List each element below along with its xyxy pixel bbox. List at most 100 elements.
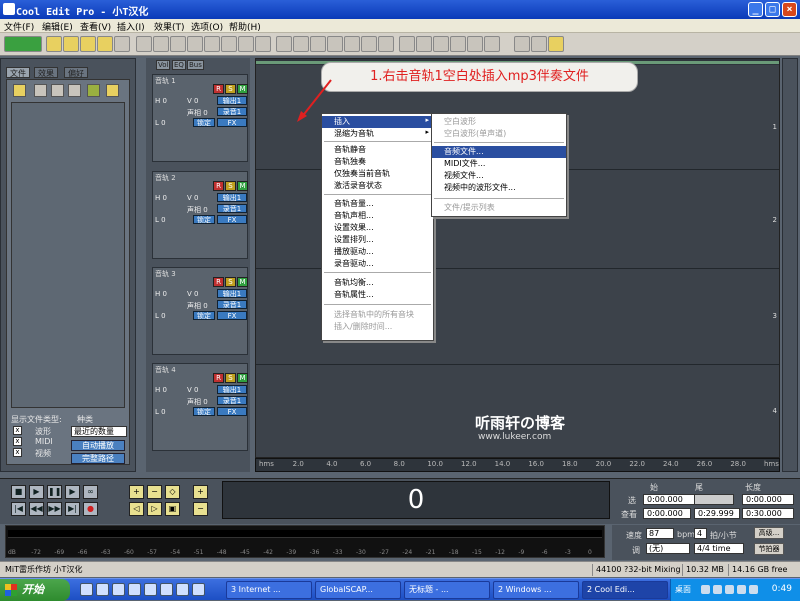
fx-button[interactable] bbox=[433, 36, 449, 52]
file-list[interactable] bbox=[11, 102, 125, 408]
l-value[interactable]: L 0 bbox=[155, 312, 166, 320]
mute-button[interactable]: M bbox=[237, 373, 248, 383]
menu-edit[interactable]: 编辑(E) bbox=[42, 20, 73, 33]
go-end-button[interactable]: ▶| bbox=[65, 502, 80, 516]
submenu-item[interactable]: 视频文件... bbox=[432, 170, 566, 182]
output-button[interactable]: 输出1 bbox=[217, 289, 247, 298]
time-ruler[interactable]: hms 2.0 4.0 6.0 8.0 10.0 12.0 14.0 16.0 18.0 20.0 2… bbox=[255, 458, 780, 472]
advanced-button[interactable]: 高级... bbox=[754, 527, 784, 539]
h-value[interactable]: H 0 bbox=[155, 290, 167, 298]
cue-button[interactable] bbox=[467, 36, 483, 52]
l-value[interactable]: L 0 bbox=[155, 119, 166, 127]
solo-button[interactable]: S bbox=[225, 181, 236, 191]
quicklaunch-icon[interactable] bbox=[96, 583, 109, 596]
record-arm-button[interactable]: R bbox=[213, 277, 224, 287]
loop-button[interactable] bbox=[327, 36, 343, 52]
multitrack-switch-button[interactable] bbox=[4, 36, 42, 52]
submenu-item[interactable]: 视频中的波形文件... bbox=[432, 182, 566, 194]
mute-button[interactable]: M bbox=[237, 181, 248, 191]
filter-midi-checkbox[interactable]: x bbox=[13, 437, 22, 446]
h-value[interactable]: H 0 bbox=[155, 386, 167, 394]
rewind-button[interactable]: ◀◀ bbox=[29, 502, 44, 516]
context-menu-item[interactable]: 音轨音量... bbox=[322, 198, 433, 210]
filter-wave-checkbox[interactable]: x bbox=[13, 426, 22, 435]
loop-play-button[interactable]: ∞ bbox=[83, 485, 98, 499]
vertical-scrollbar[interactable] bbox=[782, 58, 798, 472]
metronome-button[interactable]: 节拍器 bbox=[754, 543, 784, 555]
fx-button[interactable]: FX bbox=[217, 118, 247, 127]
l-value[interactable]: L 0 bbox=[155, 216, 166, 224]
taskbar-item-globalscape[interactable]: GlobalSCAP... bbox=[315, 581, 401, 599]
track-name[interactable]: 音轨 2 bbox=[155, 173, 176, 183]
fx-button[interactable]: FX bbox=[217, 215, 247, 224]
context-menu-item[interactable]: 录音驱动... bbox=[322, 258, 433, 270]
envelope-vol-button[interactable] bbox=[399, 36, 415, 52]
context-menu-item[interactable]: 混缩为音轨 bbox=[322, 128, 433, 140]
copy-button[interactable] bbox=[153, 36, 169, 52]
taskbar-item-untitled[interactable]: 无标题 - ... bbox=[404, 581, 490, 599]
zoom-right-icon[interactable]: ▷ bbox=[147, 502, 162, 516]
menu-insert[interactable]: 插入(I) bbox=[117, 20, 145, 33]
undo-button[interactable] bbox=[136, 36, 152, 52]
track-header-1[interactable]: 音轨 1 R S M H 0 V 0 输出1 声相 0 录音1 L 0 锁定 FX bbox=[152, 74, 248, 162]
insert-into-session-icon[interactable] bbox=[87, 84, 100, 97]
h-value[interactable]: H 0 bbox=[155, 194, 167, 202]
desktop-label[interactable]: 桌面 bbox=[675, 584, 691, 595]
record-device-button[interactable]: 录音1 bbox=[217, 300, 247, 309]
context-menu-item[interactable]: 设置效果... bbox=[322, 222, 433, 234]
pause-button[interactable]: ❚❚ bbox=[47, 485, 62, 499]
tab-files[interactable]: 文件 bbox=[6, 67, 30, 78]
zoom-out-h-icon[interactable]: − bbox=[147, 485, 162, 499]
record-device-button[interactable]: 录音1 bbox=[217, 396, 247, 405]
mixer-button[interactable] bbox=[276, 36, 292, 52]
context-menu-item[interactable]: 音轨静音 bbox=[322, 144, 433, 156]
wet-button[interactable] bbox=[416, 36, 432, 52]
zoom-left-icon[interactable]: ◁ bbox=[129, 502, 144, 516]
envelope-button[interactable] bbox=[378, 36, 394, 52]
taskbar-item-windows[interactable]: 2 Windows ... bbox=[493, 581, 579, 599]
tab-effects[interactable]: 效果 bbox=[34, 67, 58, 78]
split-button[interactable] bbox=[204, 36, 220, 52]
l-value[interactable]: L 0 bbox=[155, 408, 166, 416]
h-value[interactable]: H 0 bbox=[155, 97, 167, 105]
tab-vol[interactable]: Vol bbox=[156, 60, 171, 70]
full-path-button[interactable]: 完整路径 bbox=[71, 453, 125, 464]
key-select[interactable]: (无) bbox=[646, 543, 690, 554]
tab-bus[interactable]: Bus bbox=[187, 60, 204, 70]
stop-button[interactable]: ■ bbox=[11, 485, 26, 499]
tab-eq[interactable]: EQ bbox=[172, 60, 186, 70]
context-menu-item[interactable]: 仅独奏当前音轨 bbox=[322, 168, 433, 180]
context-menu-item[interactable]: 音轨属性... bbox=[322, 289, 433, 301]
new-file-button[interactable] bbox=[46, 36, 62, 52]
solo-button[interactable]: S bbox=[225, 373, 236, 383]
track-name[interactable]: 音轨 3 bbox=[155, 269, 176, 279]
time-signature-select[interactable]: 4/4 time bbox=[694, 543, 744, 554]
menu-view[interactable]: 查看(V) bbox=[80, 20, 111, 33]
speed-input[interactable]: 87 bbox=[646, 528, 674, 539]
zoom-out-v-icon[interactable]: − bbox=[193, 502, 208, 516]
save-button[interactable] bbox=[97, 36, 113, 52]
mute-block-button[interactable] bbox=[361, 36, 377, 52]
play-to-end-button[interactable]: ▶ bbox=[65, 485, 80, 499]
quicklaunch-icon[interactable] bbox=[80, 583, 93, 596]
solo-button[interactable]: S bbox=[225, 277, 236, 287]
quicklaunch-icon[interactable] bbox=[144, 583, 157, 596]
track-name[interactable]: 音轨 1 bbox=[155, 76, 176, 86]
help-icon[interactable] bbox=[106, 84, 119, 97]
help-button[interactable] bbox=[548, 36, 564, 52]
tray-icon[interactable] bbox=[713, 585, 722, 594]
v-value[interactable]: V 0 bbox=[187, 194, 198, 202]
menu-help[interactable]: 帮助(H) bbox=[229, 20, 261, 33]
select-end-field[interactable] bbox=[694, 494, 734, 505]
pan-value[interactable]: 声相 0 bbox=[187, 301, 208, 311]
lock-button[interactable]: 锁定 bbox=[193, 407, 215, 416]
submenu-item[interactable]: 音频文件... bbox=[432, 146, 566, 158]
context-menu-item[interactable]: 音轨均衡... bbox=[322, 277, 433, 289]
submenu-item[interactable]: MIDI文件... bbox=[432, 158, 566, 170]
go-start-button[interactable]: |◀ bbox=[11, 502, 26, 516]
open-file-button[interactable] bbox=[63, 36, 79, 52]
paste-button[interactable] bbox=[170, 36, 186, 52]
filter-video-checkbox[interactable]: x bbox=[13, 448, 22, 457]
close-button[interactable]: × bbox=[782, 2, 797, 17]
lock-button[interactable]: 锁定 bbox=[193, 118, 215, 127]
